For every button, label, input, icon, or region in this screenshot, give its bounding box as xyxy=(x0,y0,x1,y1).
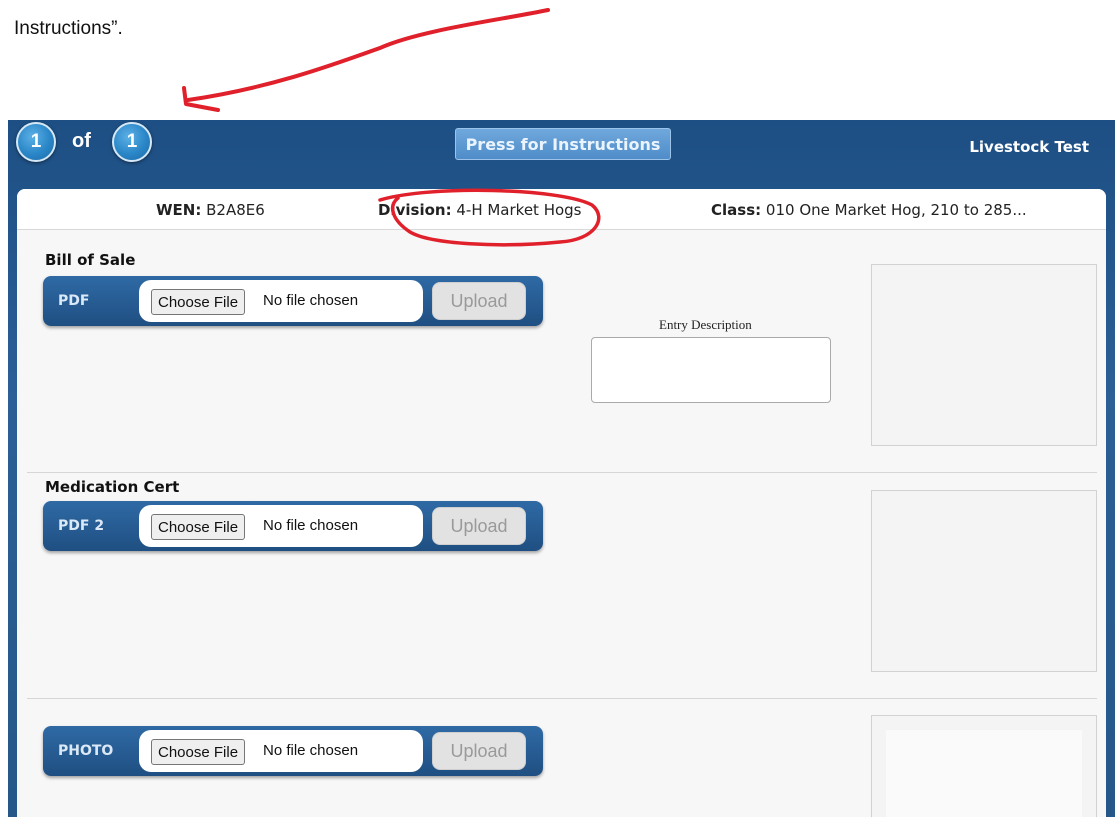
preview-box xyxy=(871,264,1097,446)
class-label: Class: xyxy=(711,201,762,219)
file-input[interactable]: Choose File No file chosen xyxy=(139,730,423,772)
annotation-arrow-line xyxy=(186,8,550,102)
upload-bar-pdf-2: PDF 2 Choose File No file chosen Upload xyxy=(43,501,543,551)
of-label: of xyxy=(72,130,91,152)
top-bar: 1 of 1 Press for Instructions Livestock … xyxy=(8,120,1115,184)
choose-file-button[interactable]: Choose File xyxy=(151,514,246,540)
document-text: Instructions”. xyxy=(14,18,123,39)
divider xyxy=(27,472,1097,473)
entry-description-label: Entry Description xyxy=(659,317,752,332)
class-info: Class: 010 One Market Hog, 210 to 285... xyxy=(711,201,1027,219)
photo-preview-inner xyxy=(886,730,1082,817)
current-page-bubble[interactable]: 1 xyxy=(16,122,56,162)
app-window: 1 of 1 Press for Instructions Livestock … xyxy=(8,120,1115,817)
section-title-bill-of-sale: Bill of Sale xyxy=(45,251,136,269)
choose-file-button[interactable]: Choose File xyxy=(151,289,246,315)
instructions-button[interactable]: Press for Instructions xyxy=(455,128,671,160)
entry-panel: WEN: B2A8E6 Division: 4-H Market Hogs Cl… xyxy=(17,189,1106,817)
divider xyxy=(27,698,1097,699)
app-title: Livestock Test xyxy=(969,138,1089,156)
entry-description-textarea[interactable] xyxy=(591,337,831,403)
class-value: 010 One Market Hog, 210 to 285... xyxy=(765,201,1027,219)
entry-info-row: WEN: B2A8E6 Division: 4-H Market Hogs Cl… xyxy=(17,189,1106,230)
file-status: No file chosen xyxy=(263,742,359,759)
upload-button[interactable]: Upload xyxy=(432,282,526,320)
file-input[interactable]: Choose File No file chosen xyxy=(139,505,423,547)
upload-button[interactable]: Upload xyxy=(432,732,526,770)
division-info: Division: 4-H Market Hogs xyxy=(378,201,582,219)
wen-info: WEN: B2A8E6 xyxy=(156,201,265,219)
upload-bar-photo: PHOTO Choose File No file chosen Upload xyxy=(43,726,543,776)
wen-label: WEN: xyxy=(156,201,202,219)
wen-value: B2A8E6 xyxy=(206,201,265,219)
upload-type-label: PDF xyxy=(58,293,90,309)
division-label: Division: xyxy=(378,201,452,219)
annotation-arrow-head xyxy=(182,86,220,112)
file-status: No file chosen xyxy=(263,517,359,534)
section-title-medication-cert: Medication Cert xyxy=(45,478,180,496)
photo-preview-box xyxy=(871,715,1097,817)
file-input[interactable]: Choose File No file chosen xyxy=(139,280,423,322)
upload-type-label: PDF 2 xyxy=(58,518,105,534)
division-value: 4-H Market Hogs xyxy=(456,201,582,219)
upload-type-label: PHOTO xyxy=(58,743,114,759)
preview-box xyxy=(871,490,1097,672)
file-status: No file chosen xyxy=(263,292,359,309)
total-pages-bubble[interactable]: 1 xyxy=(112,122,152,162)
choose-file-button[interactable]: Choose File xyxy=(151,739,246,765)
upload-button[interactable]: Upload xyxy=(432,507,526,545)
upload-bar-pdf: PDF Choose File No file chosen Upload xyxy=(43,276,543,326)
